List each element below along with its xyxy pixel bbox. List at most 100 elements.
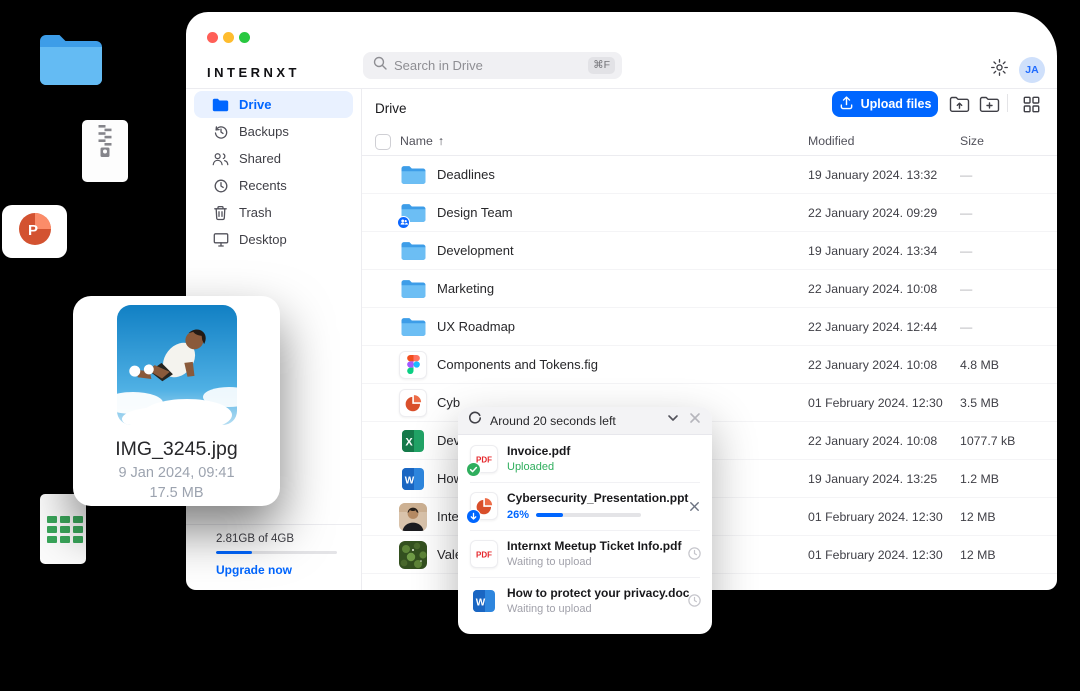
upload-folder-button[interactable]	[948, 94, 970, 114]
upload-time-remaining: Around 20 seconds left	[490, 414, 658, 428]
waiting-clock-icon	[687, 593, 702, 608]
waiting-clock-icon	[687, 546, 702, 561]
sidebar-nav: Drive Backups Shared Recents Trash Deskt…	[186, 88, 361, 253]
pdf-icon: PDF	[470, 445, 498, 473]
file-name: Design Team	[437, 205, 808, 220]
svg-text:W: W	[405, 475, 415, 486]
sidebar-item-backups[interactable]: Backups	[194, 118, 353, 145]
select-all-checkbox[interactable]	[375, 134, 391, 150]
toolbar-divider	[1007, 94, 1008, 112]
clock-icon	[213, 178, 229, 194]
shared-people-icon	[400, 219, 408, 225]
waiting-indicator	[686, 546, 702, 561]
upload-item-name: Cybersecurity_Presentation.ppt	[507, 491, 677, 505]
word-icon: W	[470, 587, 498, 615]
minimize-window-button[interactable]	[223, 32, 234, 43]
preview-filename: IMG_3245.jpg	[115, 438, 238, 461]
table-row[interactable]: Design Team 22 January 2024. 09:29 —	[362, 194, 1057, 232]
column-header-modified[interactable]: Modified	[808, 134, 854, 148]
table-row[interactable]: UX Roadmap 22 January 2024. 12:44 —	[362, 308, 1057, 346]
preview-size: 17.5 MB	[150, 485, 204, 501]
folder-icon	[400, 278, 427, 300]
desktop-icon	[212, 232, 229, 247]
file-size: —	[960, 206, 1057, 220]
column-header-size[interactable]: Size	[960, 134, 984, 148]
image-preview-card[interactable]: IMG_3245.jpg 9 Jan 2024, 09:41 17.5 MB	[73, 296, 280, 506]
upload-item-status: Waiting to upload	[507, 603, 677, 615]
pdf-file-icon: PDF	[470, 540, 498, 568]
close-window-button[interactable]	[207, 32, 218, 43]
settings-button[interactable]	[989, 60, 1009, 80]
collapse-popup-button[interactable]	[666, 411, 680, 430]
sidebar-item-shared[interactable]: Shared	[194, 145, 353, 172]
search-icon	[373, 56, 387, 75]
folder-icon	[399, 275, 427, 303]
upload-item: Cybersecurity_Presentation.ppt 26%	[458, 482, 712, 530]
window-controls	[207, 32, 250, 43]
upload-item: PDF Invoice.pdf Uploaded	[458, 435, 712, 482]
desktop-folder-icon[interactable]	[38, 30, 104, 87]
sidebar-item-trash[interactable]: Trash	[194, 199, 353, 226]
avatar[interactable]: JA	[1019, 57, 1045, 83]
column-header-name[interactable]: Name↑	[400, 134, 444, 148]
file-size: 1077.7 kB	[960, 434, 1057, 448]
file-name: Deadlines	[437, 167, 808, 182]
folder-icon	[400, 164, 427, 186]
pdf-icon: PDF	[470, 540, 498, 568]
powerpoint-icon	[399, 389, 427, 417]
folder-plus-icon	[979, 96, 1000, 113]
upgrade-now-link[interactable]: Upgrade now	[216, 563, 361, 577]
figma-icon	[399, 351, 427, 379]
plant-photo-icon	[399, 541, 427, 569]
backups-icon	[212, 124, 229, 140]
trash-icon	[212, 205, 229, 221]
upload-files-button[interactable]: Upload files	[832, 91, 938, 117]
sidebar-item-drive[interactable]: Drive	[194, 91, 353, 118]
backup-clock-icon	[213, 124, 229, 140]
table-row[interactable]: Development 19 January 2024. 13:34 —	[362, 232, 1057, 270]
drive-icon	[212, 98, 229, 112]
powerpoint-icon: P	[16, 210, 54, 253]
file-modified-date: 19 January 2024. 13:32	[808, 168, 960, 182]
file-size: —	[960, 320, 1057, 334]
zoom-window-button[interactable]	[239, 32, 250, 43]
file-size: 12 MB	[960, 548, 1057, 562]
waiting-indicator	[686, 593, 702, 608]
sidebar-item-recents[interactable]: Recents	[194, 172, 353, 199]
spreadsheet-file-icon[interactable]	[40, 494, 86, 564]
file-modified-date: 22 January 2024. 10:08	[808, 434, 960, 448]
upload-progress-popup: Around 20 seconds left PDF Invoice.pdf U…	[458, 407, 712, 634]
upload-item: PDF Internxt Meetup Ticket Info.pdf Wait…	[458, 530, 712, 577]
search-input[interactable]: Search in Drive ⌘F	[363, 52, 622, 79]
folder-icon	[212, 98, 229, 112]
sidebar-item-label: Recents	[239, 178, 287, 193]
close-popup-button[interactable]	[688, 411, 702, 430]
file-size: 4.8 MB	[960, 358, 1057, 372]
upload-percent: 26%	[507, 509, 529, 521]
cancel-upload-button[interactable]	[686, 500, 702, 513]
powerpoint-file-card[interactable]: P	[2, 205, 67, 258]
table-row[interactable]: Components and Tokens.fig 22 January 202…	[362, 346, 1057, 384]
upload-progress-fill	[536, 513, 563, 517]
upload-progress-bar	[536, 513, 641, 517]
upload-items-list: PDF Invoice.pdf Uploaded Cybersecurity_P…	[458, 435, 712, 624]
close-icon	[688, 411, 702, 425]
desktop-background: P	[0, 0, 1080, 691]
grid-view-button[interactable]	[1020, 94, 1042, 114]
upload-item-name: How to protect your privacy.doc	[507, 586, 677, 600]
upload-item-status: Waiting to upload	[507, 556, 677, 568]
storage-progress-bar	[216, 551, 337, 554]
svg-text:PDF: PDF	[476, 550, 492, 559]
sidebar-item-desktop[interactable]: Desktop	[194, 226, 353, 253]
table-row[interactable]: Marketing 22 January 2024. 10:08 —	[362, 270, 1057, 308]
upload-item-name: Invoice.pdf	[507, 444, 677, 458]
file-size: 12 MB	[960, 510, 1057, 524]
zip-file-icon[interactable]	[82, 120, 128, 182]
upload-files-label: Upload files	[861, 97, 932, 111]
sidebar-item-label: Backups	[239, 124, 289, 139]
page-title: Drive	[375, 101, 407, 116]
spinner-icon	[468, 411, 482, 430]
table-row[interactable]: Deadlines 19 January 2024. 13:32 —	[362, 156, 1057, 194]
file-modified-date: 01 February 2024. 12:30	[808, 548, 960, 562]
new-folder-button[interactable]	[978, 94, 1000, 114]
